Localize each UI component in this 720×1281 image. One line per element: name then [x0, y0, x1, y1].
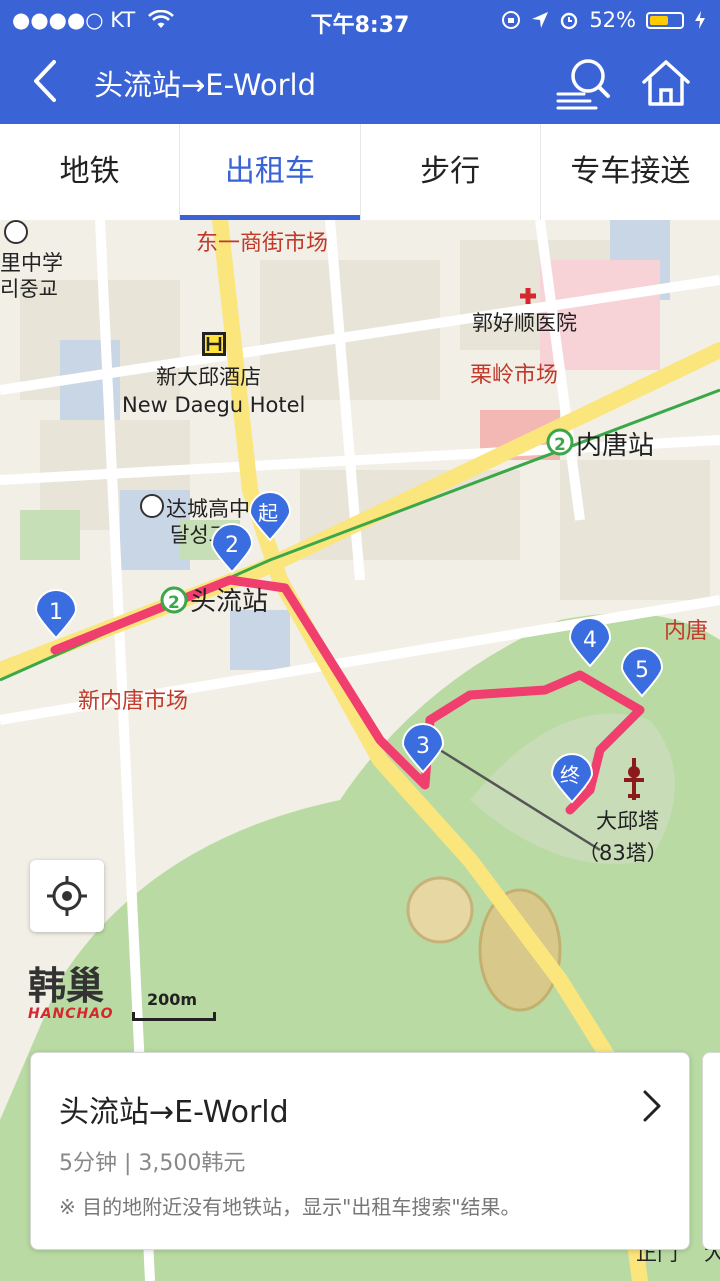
map-label-neitang-right: 内唐: [664, 619, 708, 644]
page-title: 头流站→E-World: [94, 68, 317, 102]
next-route-card[interactable]: [702, 1052, 720, 1250]
svg-text:5: 5: [635, 658, 649, 683]
lock-rotation-icon: [502, 11, 521, 29]
route-card-note: ※ 目的地附近没有地铁站，显示"出租车搜索"结果。: [59, 1195, 521, 1219]
tab-private-car[interactable]: 专车接送: [541, 124, 720, 220]
svg-text:1: 1: [49, 600, 63, 625]
location-arrow-icon: [532, 12, 549, 28]
map-label-station-touliu: 头流站: [190, 587, 268, 617]
route-card[interactable]: 头流站→E-World 5分钟 | 3,500韩元 ※ 目的地附近没有地铁站，显…: [30, 1052, 690, 1250]
charging-icon: [695, 11, 705, 29]
battery-icon: [646, 11, 684, 29]
map-label-station-neitang: 内唐站: [576, 431, 654, 461]
scale-bar: [132, 1012, 216, 1021]
tab-taxi[interactable]: 出租车: [180, 124, 361, 220]
route-card-meta: 5分钟 | 3,500韩元: [59, 1151, 246, 1176]
route-search-icon[interactable]: [554, 54, 614, 110]
battery-percent: 52%: [589, 8, 636, 32]
tab-walk[interactable]: 步行: [361, 124, 541, 220]
map-label-hospital: 郭好顺医院: [472, 311, 577, 335]
map-label-market1: 东一商街市场: [196, 231, 328, 256]
svg-text:4: 4: [583, 628, 597, 653]
svg-text:起: 起: [258, 501, 278, 525]
map-scale: 200m: [132, 990, 216, 1022]
logo-text-en: HANCHAO: [28, 1006, 114, 1022]
map-label-tower-cn: 大邱塔: [596, 809, 659, 833]
map-label-school2-cn: 达城高中: [166, 497, 250, 521]
hanchao-logo: 韩巢 HANCHAO: [28, 964, 114, 1022]
transport-tabs: 地铁 出租车 步行 专车接送: [0, 124, 720, 221]
svg-text:2: 2: [554, 435, 566, 455]
scale-label: 200m: [146, 990, 198, 1009]
route-card-title: 头流站→E-World: [59, 1095, 289, 1130]
map-label-tower-sub: （83塔）: [578, 841, 668, 865]
map-label-market2: 栗岭市场: [470, 363, 558, 388]
map-label-school-cn: 里中学: [0, 251, 63, 275]
station-icon-neitang: 2: [546, 428, 574, 456]
map-label-market3: 新内唐市场: [78, 689, 188, 714]
chevron-right-icon[interactable]: [641, 1089, 663, 1123]
map-label-hotel-en: New Daegu Hotel: [122, 393, 305, 417]
svg-text:终: 终: [560, 763, 580, 787]
tab-subway[interactable]: 地铁: [0, 124, 181, 220]
back-arrow-icon[interactable]: [28, 58, 74, 104]
hotel-icon: [202, 332, 226, 356]
nav-bar: 头流站→E-World: [0, 40, 720, 124]
map-label-hotel-cn: 新大邱酒店: [156, 365, 261, 389]
logo-text-cn: 韩巢: [28, 964, 105, 1008]
crosshair-icon: [47, 876, 87, 916]
svg-text:3: 3: [416, 734, 430, 759]
alarm-icon: [561, 12, 578, 30]
status-right: 52%: [501, 8, 706, 32]
home-icon[interactable]: [638, 54, 694, 110]
station-icon-touliu: 2: [160, 586, 188, 614]
svg-text:2: 2: [168, 593, 180, 613]
status-bar: ●●●●○ KT 下午8:37 52%: [0, 0, 720, 40]
locate-me-button[interactable]: [30, 860, 104, 932]
map-label-school-kr: 리중교: [0, 277, 58, 301]
svg-text:2: 2: [225, 533, 239, 558]
